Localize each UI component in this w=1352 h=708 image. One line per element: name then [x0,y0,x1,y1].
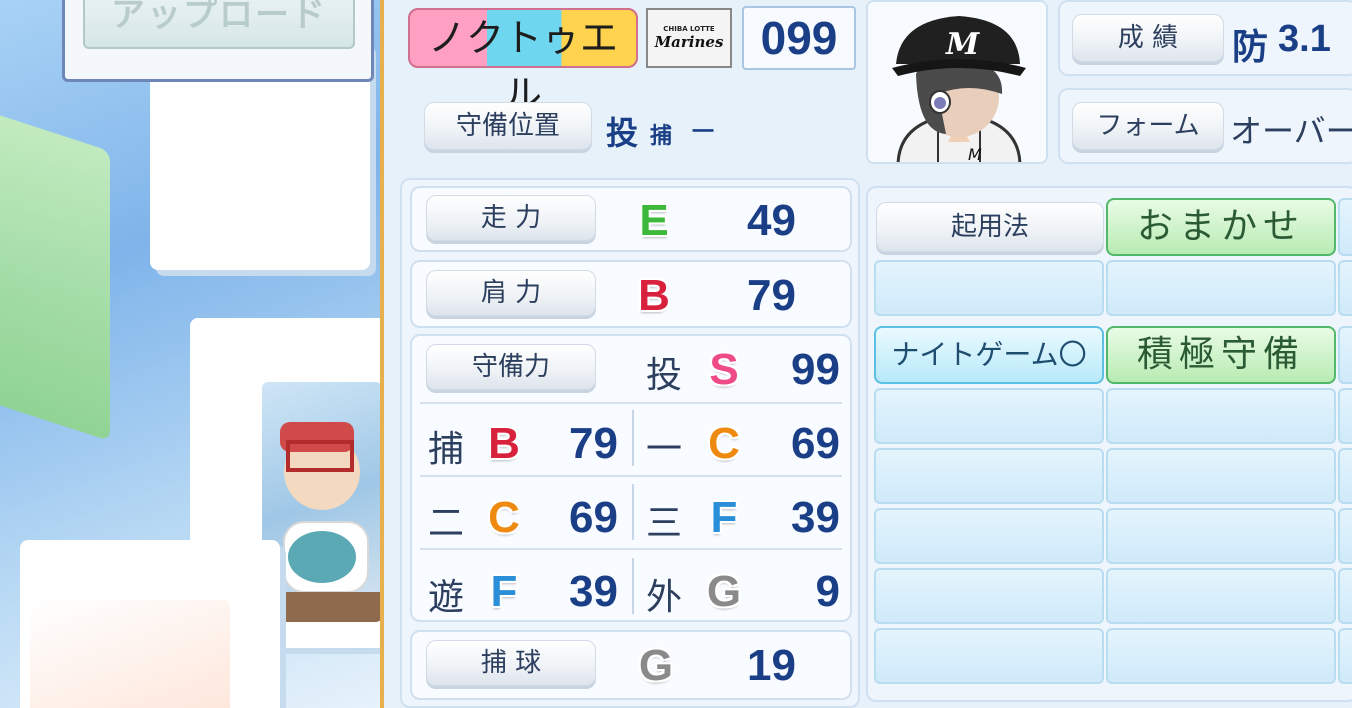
player-portrait: M M [866,0,1048,164]
ability-slot[interactable] [874,448,1104,504]
team-logo: CHIBA LOTTE Marines [646,8,732,68]
ability-slot[interactable] [874,628,1104,684]
upload-panel: アップロード [62,0,374,82]
form-label: フォーム [1072,102,1224,150]
divider [632,484,634,540]
defense-first-grade: C [708,419,740,468]
ability-aggressive-defense[interactable]: 積極守備 [1106,326,1336,384]
defense-short-grade: F [490,567,518,616]
ability-slot[interactable] [1106,388,1336,444]
defense-pitcher-grade: S [709,345,739,394]
defense-third-value: 39 [791,493,840,542]
defense-second-value: 69 [569,493,618,542]
form-value: オーバース [1230,112,1352,150]
defense-third-grade: F [710,493,738,542]
defense-second-pos: 二 [428,503,465,544]
ability-slot[interactable] [1338,508,1352,564]
ability-slot[interactable] [1338,260,1352,316]
divider [420,475,842,477]
record-button[interactable]: 成 績 [1072,14,1224,62]
menu-background: アップロード [0,0,380,708]
team-logo-text: Marines [654,33,724,51]
record-stat-prefix: 防 [1232,27,1269,68]
ability-slot[interactable] [874,508,1104,564]
defense-short-pos: 遊 [428,577,465,618]
arm-label: 肩 力 [426,270,596,316]
uniform-number: 099 [742,6,856,70]
arm-grade: B [638,271,670,320]
arm-value: 79 [747,271,796,320]
usage-label: 起用法 [876,202,1104,252]
position-secondary: 捕 [650,124,673,149]
ability-slot[interactable] [1338,388,1352,444]
record-stat-value: 3.1 [1278,18,1331,60]
player-name: ノクトゥエル [408,8,638,116]
svg-text:M: M [968,145,982,164]
ability-slot[interactable] [1106,508,1336,564]
ability-slot[interactable] [1338,568,1352,624]
ability-omakase[interactable]: おまかせ [1106,198,1336,256]
defense-pitcher-pos: 投 [646,355,683,396]
svg-text:M: M [945,27,980,62]
speed-value: 49 [747,196,796,245]
divider [632,410,634,466]
divider [420,402,842,404]
catching-label: 捕 球 [426,640,596,686]
defense-first-pos: 一 [646,429,683,470]
catching-grade: G [638,641,674,690]
speed-label: 走 力 [426,195,596,241]
character-artwork [30,600,230,708]
ability-slot[interactable] [874,388,1104,444]
ability-slot[interactable] [1338,198,1352,256]
ability-slot[interactable] [1106,628,1336,684]
speed-grade: E [639,196,669,245]
defense-catcher-value: 79 [569,419,618,468]
divider [420,548,842,550]
ability-slot[interactable] [1338,326,1352,384]
background-green-slab [0,108,110,442]
position-tertiary: 一 [692,120,715,145]
defense-short-value: 39 [569,567,618,616]
defense-outfield-grade: G [706,567,742,616]
ability-slot[interactable] [1338,448,1352,504]
ability-night-game[interactable]: ナイトゲーム〇 [874,326,1104,384]
defense-catcher-grade: B [488,419,520,468]
ability-slot[interactable] [1338,628,1352,684]
ability-slot[interactable] [1106,260,1336,316]
upload-button[interactable]: アップロード [83,0,355,49]
divider [632,558,634,614]
position-primary: 投 [606,114,639,152]
position-label: 守備位置 [424,102,592,150]
defense-pitcher-value: 99 [791,345,840,394]
team-logo-subtext: CHIBA LOTTE [663,25,715,33]
defense-outfield-pos: 外 [646,577,683,618]
catching-value: 19 [747,641,796,690]
defense-second-grade: C [488,493,520,542]
defense-third-pos: 三 [646,503,683,544]
ability-slot[interactable] [1106,568,1336,624]
ability-slot[interactable] [874,260,1104,316]
ability-slot[interactable] [874,568,1104,624]
defense-label: 守備力 [426,344,596,390]
defense-outfield-value: 9 [815,567,840,616]
ability-slot[interactable] [1106,448,1336,504]
defense-first-value: 69 [791,419,840,468]
defense-catcher-pos: 捕 [428,429,465,470]
